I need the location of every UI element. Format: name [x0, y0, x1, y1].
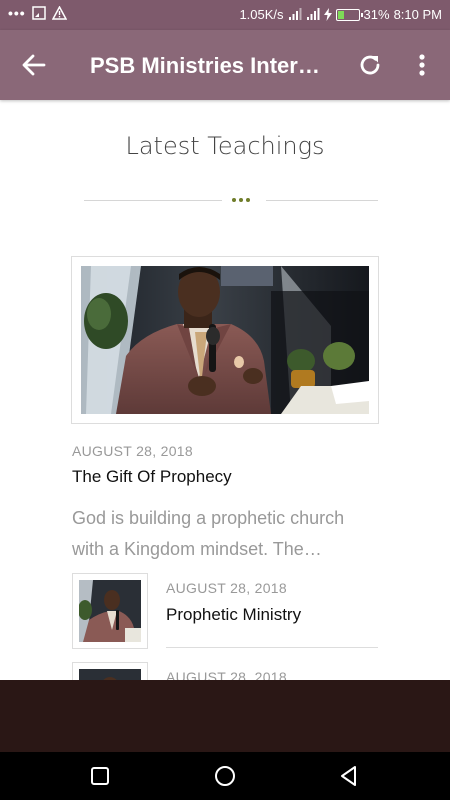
back-nav-button[interactable]	[337, 764, 361, 788]
list-item-date: AUGUST 28, 2018	[166, 580, 287, 596]
home-icon	[215, 766, 235, 786]
wifi-icon	[306, 8, 320, 20]
cast-icon	[31, 6, 46, 20]
app-title: PSB Ministries International	[90, 53, 330, 78]
status-left: •••	[8, 6, 67, 20]
recents-icon	[91, 767, 109, 785]
arrow-left-icon	[22, 54, 46, 76]
featured-image	[81, 266, 369, 414]
featured-excerpt: God is building a prophetic church with …	[72, 508, 345, 559]
warning-icon	[51, 6, 67, 20]
status-right: 1.05K/s 31% 8:10 PM	[239, 7, 442, 22]
recents-button[interactable]	[88, 764, 112, 788]
divider-left	[84, 200, 222, 201]
back-button[interactable]	[20, 51, 48, 79]
charging-icon	[323, 8, 332, 21]
signal-icon	[288, 8, 302, 20]
featured-image-card[interactable]	[71, 256, 379, 424]
refresh-button[interactable]	[357, 52, 383, 78]
list-item[interactable]: AUGUST 28, 2018 Prophetic Ministry	[72, 573, 378, 651]
home-button[interactable]	[213, 764, 237, 788]
more-vert-icon	[419, 54, 425, 76]
app-bar: PSB Ministries International	[0, 30, 450, 100]
divider-dots	[232, 198, 250, 202]
list-item-divider	[166, 647, 378, 648]
system-nav-bar	[0, 752, 450, 800]
featured-title[interactable]: The Gift Of Prophecy	[72, 467, 232, 487]
clock: 8:10 PM	[393, 7, 442, 22]
featured-date: AUGUST 28, 2018	[72, 443, 193, 459]
back-triangle-icon	[341, 766, 356, 786]
network-speed: 1.05K/s	[239, 7, 284, 22]
status-bar: ••• 1.05K/s 31% 8:10 PM	[0, 0, 450, 30]
list-item-thumbnail	[72, 573, 148, 649]
list-item-title[interactable]: Prophetic Ministry	[166, 605, 301, 625]
section-title: Latest Teachings	[125, 132, 325, 160]
more-icon: •••	[8, 5, 26, 21]
divider-right	[266, 200, 378, 201]
overflow-menu-button[interactable]	[412, 52, 432, 78]
bottom-panel	[0, 680, 450, 752]
battery-icon	[335, 8, 363, 21]
refresh-icon	[360, 55, 380, 75]
battery-percent: 31%	[363, 7, 390, 22]
